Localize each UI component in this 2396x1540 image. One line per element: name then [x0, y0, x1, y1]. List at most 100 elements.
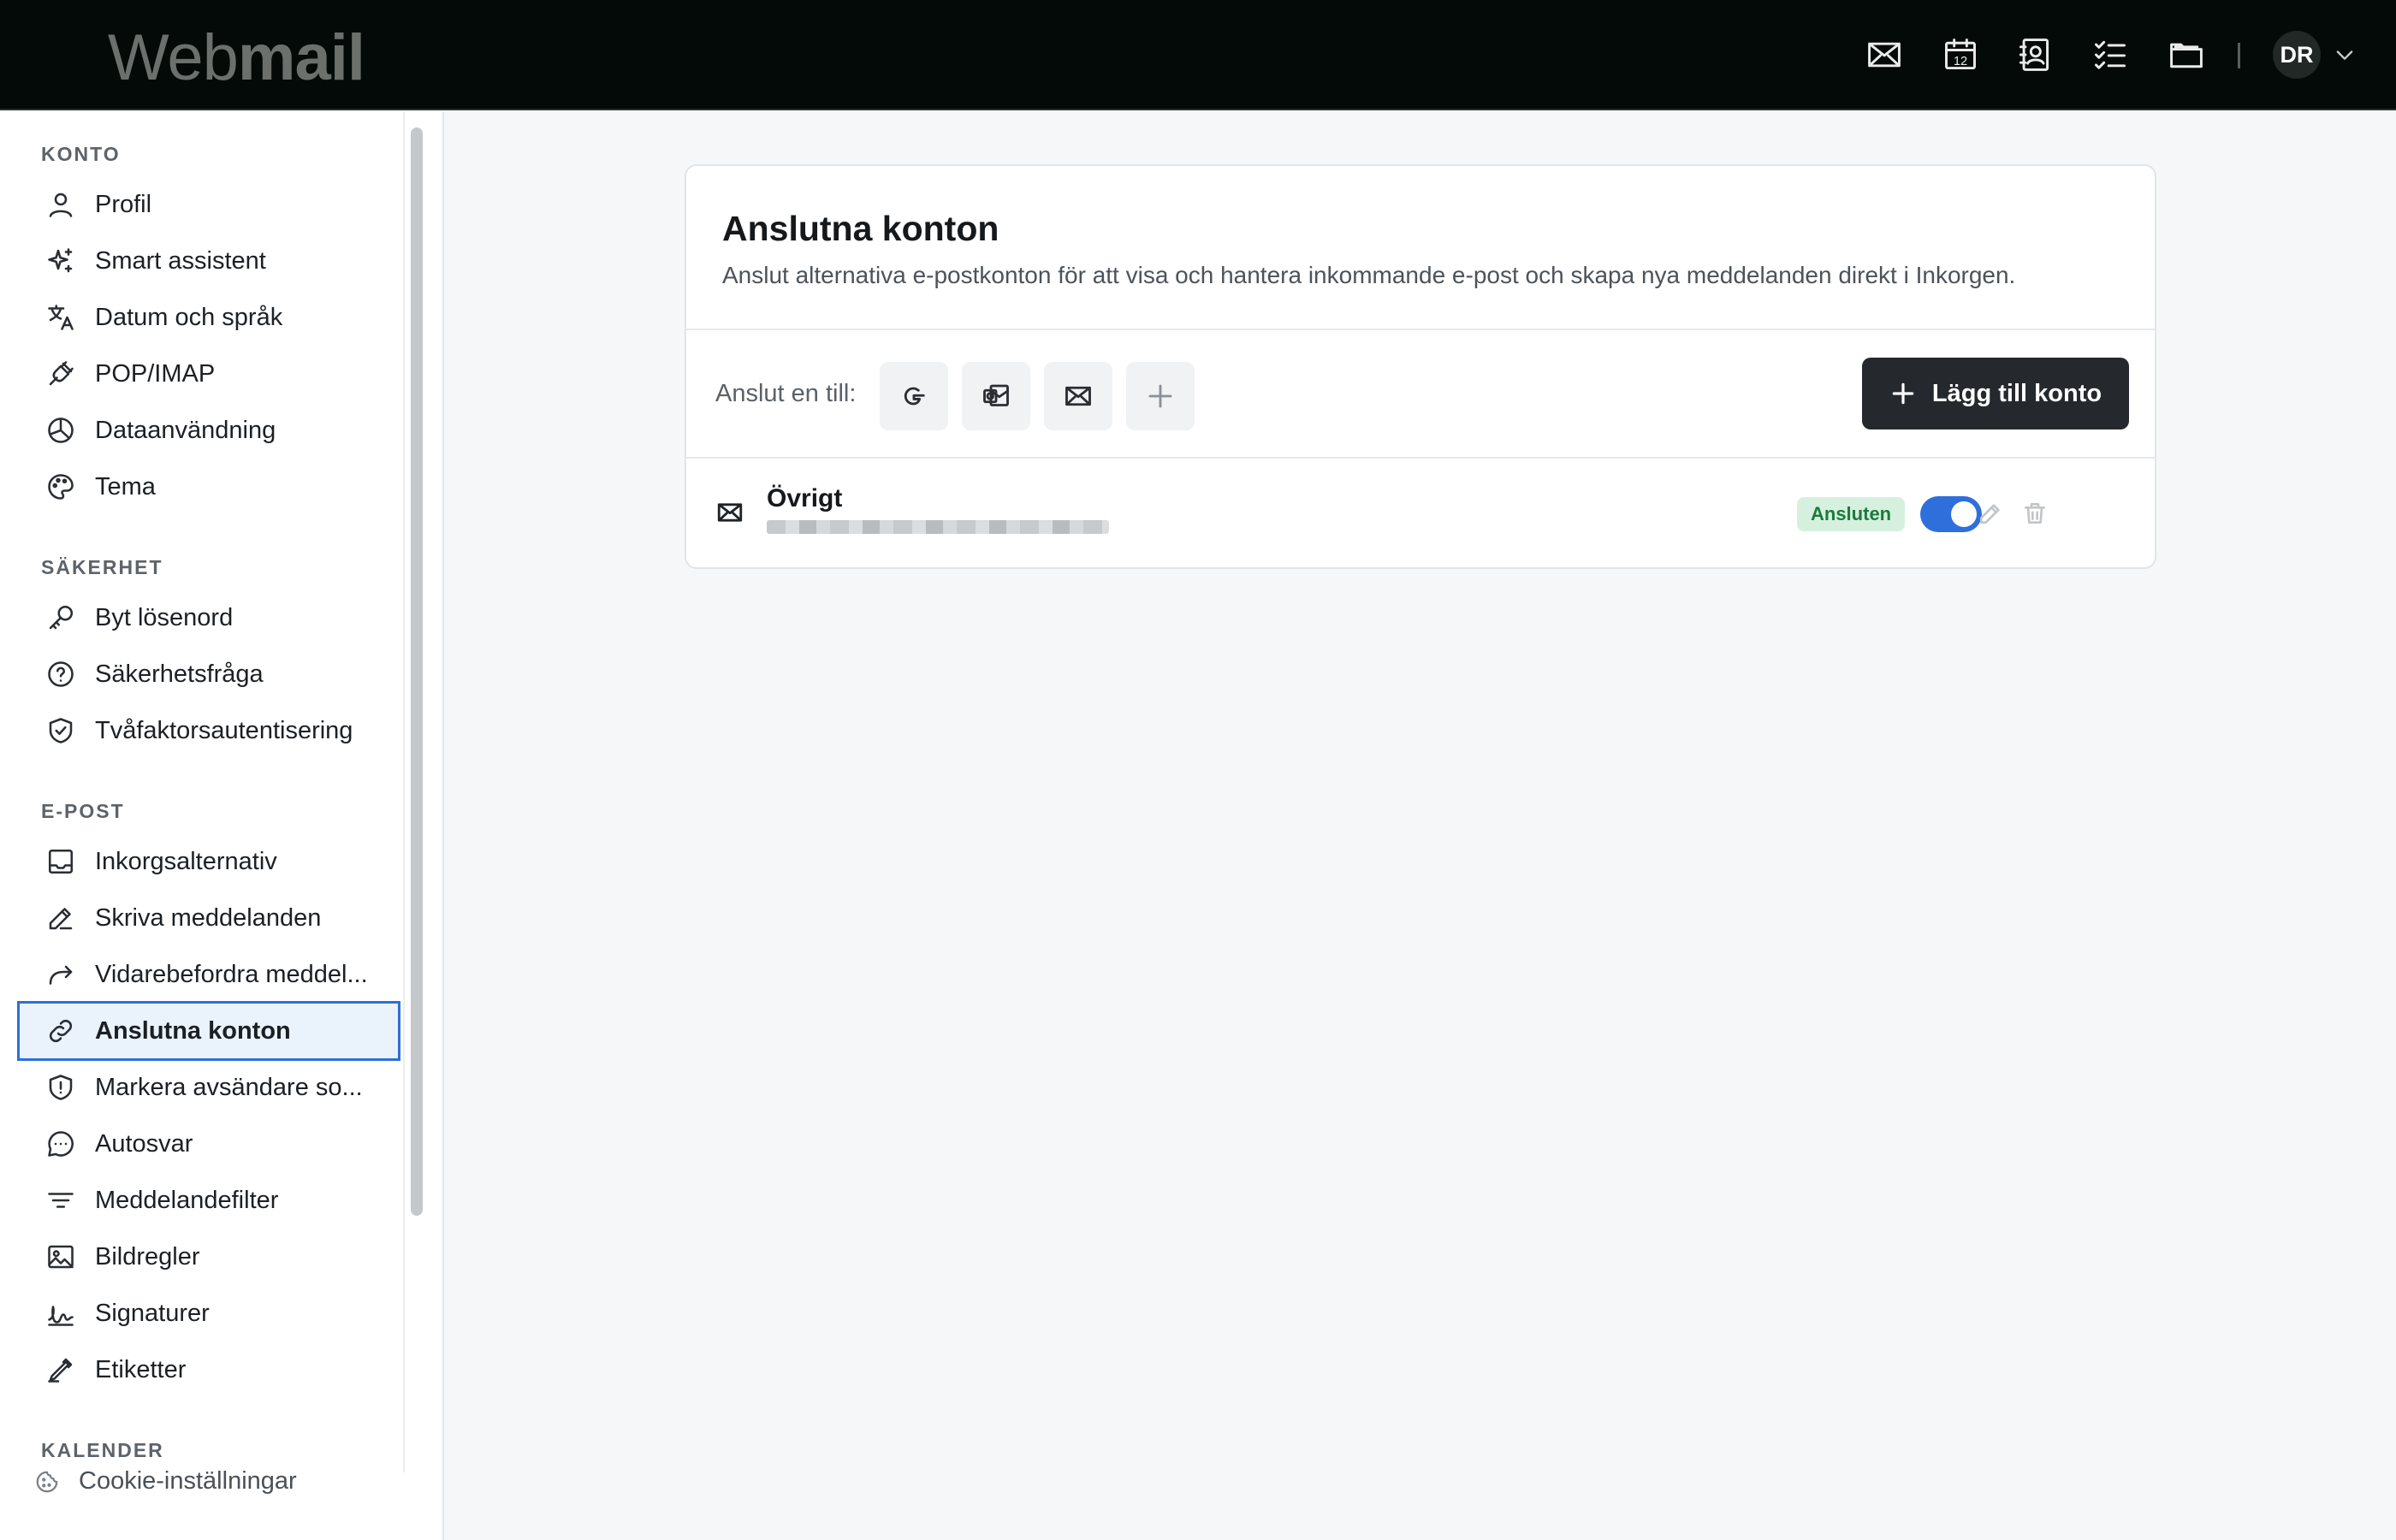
- forward-icon: [45, 959, 76, 990]
- connect-google-button[interactable]: [880, 362, 948, 430]
- cookie-settings-label: Cookie-inställningar: [79, 1467, 297, 1495]
- cookie-settings-link[interactable]: Cookie-inställningar: [34, 1467, 297, 1496]
- sidebar-scrollbar[interactable]: [411, 127, 423, 1216]
- sidebar-item-etiketter[interactable]: Etiketter: [17, 1340, 400, 1400]
- image-icon: [45, 1241, 76, 1272]
- calendar-day-number: 12: [1954, 55, 1967, 68]
- sidebar-item-label: Anslutna konton: [95, 1016, 291, 1045]
- google-icon: [898, 381, 929, 412]
- label-pen-icon: [45, 1354, 76, 1385]
- filter-icon: [45, 1185, 76, 1216]
- connect-outlook-button[interactable]: [962, 362, 1030, 430]
- plus-icon: [1145, 381, 1176, 412]
- topbar-divider: [2238, 43, 2240, 68]
- cookie-icon: [34, 1469, 60, 1495]
- sidebar-item-label: Inkorgsalternativ: [95, 847, 277, 875]
- add-account-label: Lägg till konto: [1931, 379, 2102, 407]
- folder-icon[interactable]: [2165, 33, 2208, 76]
- sidebar-item-anslutna-konton[interactable]: Anslutna konton: [17, 1001, 400, 1061]
- inbox-icon: [45, 846, 76, 877]
- shield-alert-icon: [45, 1072, 76, 1103]
- calendar-icon[interactable]: 12: [1939, 33, 1982, 76]
- mail-icon: [1063, 381, 1094, 412]
- sidebar-item-signaturer[interactable]: Signaturer: [17, 1283, 400, 1343]
- contacts-icon[interactable]: [2013, 33, 2055, 76]
- add-account-button[interactable]: Lägg till konto: [1862, 358, 2129, 429]
- webmail-logo[interactable]: Webmail: [108, 22, 365, 94]
- section-title-e-post: E-POST: [41, 800, 125, 822]
- sidebar-item-inkorgsalternativ[interactable]: Inkorgsalternativ: [17, 832, 400, 891]
- connect-imap-button[interactable]: [1044, 362, 1112, 430]
- shield-check-icon: [45, 715, 76, 746]
- sidebar-item-label: Smart assistent: [95, 246, 266, 275]
- sidebar-item-label: Datum och språk: [95, 303, 283, 331]
- sidebar-item-label: POP/IMAP: [95, 359, 216, 388]
- sidebar-item-dataanvandning[interactable]: Dataanvändning: [17, 400, 400, 460]
- chat-bubble-icon: [45, 1128, 76, 1159]
- avatar[interactable]: DR: [2273, 31, 2321, 79]
- sidebar-item-label: Dataanvändning: [95, 416, 276, 444]
- sidebar-item-sakerhetsfraga[interactable]: Säkerhetsfråga: [17, 644, 400, 704]
- sidebar-item-label: Vidarebefordra meddel...: [95, 960, 368, 988]
- sidebar-item-label: Tvåfaktorsautentisering: [95, 716, 353, 744]
- sidebar-item-tema[interactable]: Tema: [17, 457, 400, 517]
- edit-account-button[interactable]: [1973, 496, 2008, 530]
- connected-accounts-card: Anslutna konton Anslut alternativa e-pos…: [685, 164, 2156, 569]
- section-title-sakerhet: SÄKERHET: [41, 556, 163, 578]
- mail-icon: [715, 498, 744, 527]
- plug-icon: [45, 358, 76, 389]
- sidebar-scroll-area[interactable]: KONTO Profil Smart assistent Datum och s…: [0, 112, 405, 1472]
- sidebar-item-label: Bildregler: [95, 1242, 200, 1270]
- trash-icon: [2021, 500, 2049, 527]
- sidebar-item-markera-avsandare[interactable]: Markera avsändare so...: [17, 1057, 400, 1117]
- outlook-icon: [981, 381, 1011, 412]
- sidebar-item-label: Etiketter: [95, 1355, 187, 1383]
- settings-sidebar: KONTO Profil Smart assistent Datum och s…: [0, 112, 444, 1540]
- sidebar-item-skriva-meddelanden[interactable]: Skriva meddelanden: [17, 888, 400, 948]
- sidebar-item-label: Säkerhetsfråga: [95, 660, 264, 688]
- sidebar-item-bildregler[interactable]: Bildregler: [17, 1227, 400, 1287]
- link-icon: [45, 1016, 76, 1046]
- user-icon: [45, 189, 76, 220]
- card-divider: [686, 329, 2155, 330]
- connect-other-button[interactable]: [1126, 362, 1195, 430]
- sidebar-item-meddelandefilter[interactable]: Meddelandefilter: [17, 1170, 400, 1230]
- section-title-kalender: KALENDER: [41, 1439, 164, 1461]
- palette-icon: [45, 471, 76, 502]
- sidebar-item-label: Profil: [95, 190, 152, 218]
- sidebar-item-pop-imap[interactable]: POP/IMAP: [17, 344, 400, 404]
- page-description: Anslut alternativa e-postkonton för att …: [722, 262, 2016, 288]
- sidebar-item-byt-losenord[interactable]: Byt lösenord: [17, 588, 400, 648]
- sidebar-item-smart-assistent[interactable]: Smart assistent: [17, 231, 400, 291]
- sidebar-item-profil[interactable]: Profil: [17, 175, 400, 234]
- translate-icon: [45, 302, 76, 333]
- status-badge: Ansluten: [1797, 497, 1906, 531]
- delete-account-button[interactable]: [2018, 496, 2052, 530]
- top-bar: Webmail 12 DR: [0, 0, 2396, 110]
- sidebar-item-tvafaktorsautentisering[interactable]: Tvåfaktorsautentisering: [17, 701, 400, 761]
- logo-part-web: Web: [108, 21, 239, 94]
- pie-chart-icon: [45, 415, 76, 446]
- sidebar-item-autosvar[interactable]: Autosvar: [17, 1114, 400, 1174]
- sidebar-item-vidarebefordra[interactable]: Vidarebefordra meddel...: [17, 945, 400, 1004]
- sidebar-item-datum-och-sprak[interactable]: Datum och språk: [17, 287, 400, 347]
- mail-icon[interactable]: [1863, 33, 1906, 76]
- sidebar-item-label: Skriva meddelanden: [95, 903, 322, 932]
- tasks-icon[interactable]: [2089, 33, 2132, 76]
- section-title-konto: KONTO: [41, 143, 121, 165]
- pencil-icon: [1977, 500, 2004, 527]
- sidebar-item-label: Signaturer: [95, 1299, 210, 1327]
- chevron-down-icon[interactable]: [2333, 43, 2357, 67]
- sidebar-item-label: Byt lösenord: [95, 603, 234, 631]
- sidebar-item-label: Autosvar: [95, 1129, 193, 1158]
- pencil-icon: [45, 903, 76, 933]
- sidebar-item-label: Tema: [95, 472, 156, 500]
- logo-part-mail: mail: [237, 21, 365, 94]
- key-icon: [45, 602, 76, 633]
- sidebar-item-label: Markera avsändare so...: [95, 1073, 363, 1101]
- account-name: Övrigt: [767, 484, 843, 512]
- question-circle-icon: [45, 659, 76, 690]
- account-email-redacted: [767, 520, 1109, 534]
- plus-icon: [1889, 380, 1917, 407]
- sparkles-icon: [45, 246, 76, 276]
